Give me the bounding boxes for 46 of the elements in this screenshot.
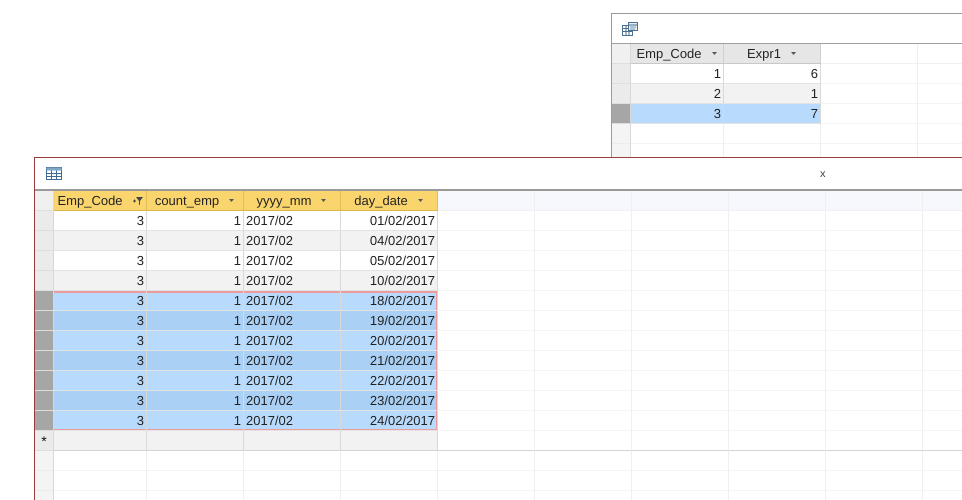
row-selector[interactable] bbox=[35, 231, 54, 251]
column-header[interactable]: Emp_Code bbox=[631, 44, 724, 64]
table-row[interactable]: 3 1 2017/02 10/02/2017 bbox=[35, 271, 438, 291]
table-row[interactable]: 3 1 2017/02 19/02/2017 bbox=[35, 311, 438, 331]
row-selector[interactable] bbox=[612, 64, 631, 84]
dropdown-caret-icon[interactable] bbox=[790, 51, 797, 56]
row-selector[interactable] bbox=[35, 351, 54, 371]
row-selector[interactable] bbox=[612, 104, 631, 124]
dropdown-caret-icon[interactable] bbox=[710, 51, 718, 56]
table-icon bbox=[46, 167, 62, 180]
row-selector[interactable] bbox=[35, 271, 54, 291]
table-row[interactable]: 3 1 2017/02 23/02/2017 bbox=[35, 391, 438, 411]
query-icon bbox=[622, 22, 638, 36]
table-row[interactable]: 3 1 2017/02 21/02/2017 bbox=[35, 351, 438, 371]
row-selector[interactable] bbox=[35, 411, 54, 431]
row-selector[interactable]: * bbox=[35, 431, 54, 451]
column-header[interactable]: Emp_Code bbox=[54, 191, 147, 211]
row-selector[interactable] bbox=[35, 311, 54, 331]
table-row[interactable]: 3 1 2017/02 04/02/2017 bbox=[35, 231, 438, 251]
table-row[interactable]: 3 1 2017/02 20/02/2017 bbox=[35, 331, 438, 351]
new-record-marker: * bbox=[41, 434, 47, 448]
column-header[interactable]: yyyy_mm bbox=[244, 191, 341, 211]
column-header[interactable]: day_date bbox=[341, 191, 438, 211]
table-row[interactable]: 3 1 2017/02 22/02/2017 bbox=[35, 371, 438, 391]
column-header[interactable]: Expr1 bbox=[724, 44, 821, 64]
table-row[interactable]: 2 1 bbox=[612, 84, 821, 104]
column-header[interactable]: count_emp bbox=[147, 191, 244, 211]
table-row[interactable]: 3 1 2017/02 18/02/2017 bbox=[35, 291, 438, 311]
row-selector[interactable] bbox=[35, 371, 54, 391]
table-row[interactable]: 3 1 2017/02 01/02/2017 bbox=[35, 211, 438, 231]
row-selector[interactable] bbox=[612, 84, 631, 104]
row-selector[interactable] bbox=[35, 251, 54, 271]
row-selector[interactable] bbox=[35, 211, 54, 231]
table-row[interactable]: 3 7 bbox=[612, 104, 821, 124]
dropdown-caret-icon[interactable] bbox=[416, 198, 424, 203]
table-row[interactable]: 1 6 bbox=[612, 64, 821, 84]
row-selector[interactable] bbox=[35, 291, 54, 311]
row-selector[interactable] bbox=[35, 331, 54, 351]
dropdown-caret-icon[interactable] bbox=[320, 198, 328, 203]
dropdown-caret-icon[interactable] bbox=[228, 198, 236, 203]
select-all-corner[interactable] bbox=[35, 191, 54, 211]
row-selector[interactable] bbox=[35, 391, 54, 411]
table-row[interactable]: 3 1 2017/02 05/02/2017 bbox=[35, 251, 438, 271]
filter-icon[interactable] bbox=[132, 196, 143, 206]
select-all-corner[interactable] bbox=[612, 44, 631, 64]
table-row[interactable]: 3 1 2017/02 24/02/2017 bbox=[35, 411, 438, 431]
